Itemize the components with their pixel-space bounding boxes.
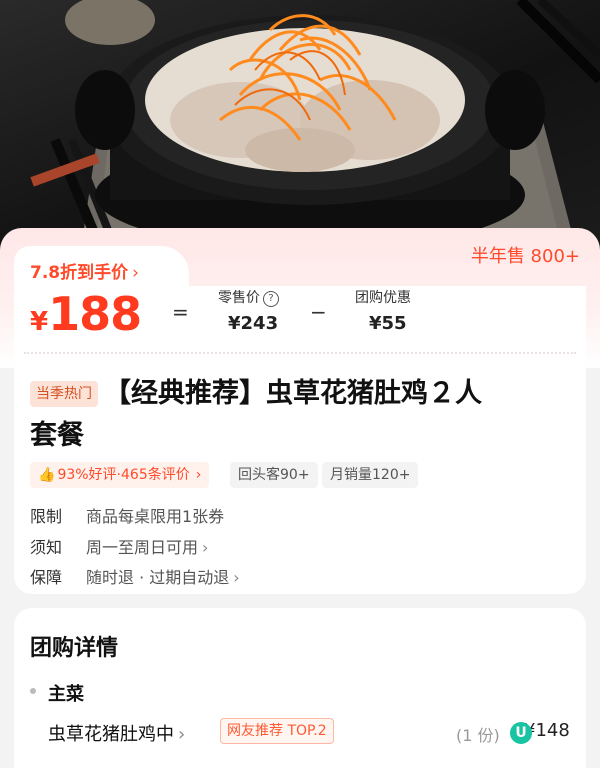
question-icon[interactable]: ? (263, 291, 279, 307)
info-key: 须知 (30, 538, 63, 557)
chevron-right-icon: › (178, 724, 186, 745)
dish-item-link[interactable]: 虫草花猪肚鸡中 › (48, 720, 185, 746)
discount-label-text: 7.8折到手价 (30, 263, 129, 283)
info-row-notice[interactable]: 须知 周一至周日可用 › (30, 534, 208, 558)
season-tag: 当季热门 (30, 381, 98, 407)
info-key: 保障 (30, 568, 63, 587)
chevron-right-icon: › (132, 263, 139, 283)
info-key: 限制 (30, 507, 63, 526)
hotpot-illustration (30, 0, 600, 255)
group-discount-value: ¥55 (369, 313, 407, 334)
retail-label-text: 零售价 (218, 290, 260, 306)
bullet-dot (30, 688, 36, 694)
chevron-right-icon: › (202, 538, 209, 557)
group-discount-label: 团购优惠 (355, 290, 411, 306)
group-details-title: 团购详情 (30, 636, 119, 661)
final-price-value: 188 (48, 287, 142, 341)
info-row-limit: 限制 商品每桌限用1张券 (30, 503, 224, 527)
u-logo-icon: U (510, 722, 532, 744)
dish-quantity: (1 份) (456, 726, 500, 745)
repeat-customers-badge: 回头客90+ (230, 462, 318, 488)
discount-price-link[interactable]: 7.8折到手价 › (30, 258, 139, 283)
half-year-sales: 半年售 800+ (470, 246, 580, 267)
dish-name: 虫草花猪肚鸡中 (48, 724, 174, 745)
dish-rank-tag: 网友推荐 TOP.2 (220, 718, 334, 744)
retail-price-label[interactable]: 零售价? (218, 287, 279, 307)
chevron-right-icon: › (195, 467, 202, 483)
info-value: 商品每桌限用1张券 (86, 507, 225, 526)
info-value: 周一至周日可用 (86, 538, 199, 557)
info-value: 随时退 · 过期自动退 (86, 568, 230, 587)
currency-symbol: ¥ (30, 307, 49, 337)
product-title: 【经典推荐】虫草花猪肚鸡２人 (104, 378, 482, 409)
monthly-sales-badge: 月销量120+ (322, 462, 419, 488)
rating-text: 93%好评·465条评价 (57, 467, 190, 483)
equals-sign: = (172, 300, 189, 324)
divider (24, 352, 576, 354)
rating-badge[interactable]: 👍 93%好评·465条评价 › (30, 462, 210, 488)
thumbs-up-icon: 👍 (38, 467, 56, 483)
info-row-guarantee[interactable]: 保障 随时退 · 过期自动退 › (30, 564, 240, 588)
product-title-continued: 套餐 (30, 420, 84, 451)
minus-sign: − (310, 300, 327, 324)
main-dish-section-title: 主菜 (48, 684, 84, 705)
chevron-right-icon: › (233, 568, 240, 587)
product-hero-image[interactable] (0, 0, 600, 260)
retail-price-value: ¥243 (228, 313, 279, 334)
final-price: ¥188 (30, 287, 142, 341)
